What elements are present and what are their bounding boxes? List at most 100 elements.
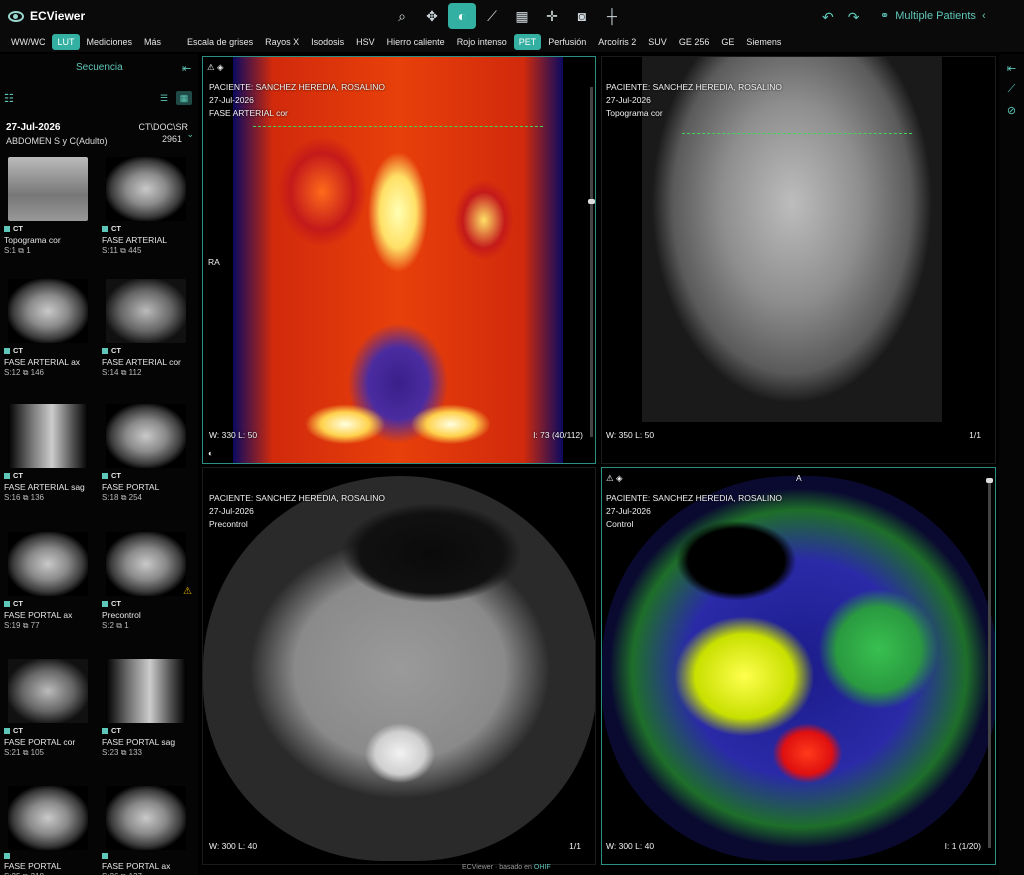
axial-pet-image [602, 476, 995, 861]
images-icon: ⧉ [120, 748, 127, 757]
modality-color-icon [102, 347, 108, 354]
modality-tag: CT [4, 599, 99, 608]
lut-preset-7[interactable]: Perfusión [543, 34, 591, 50]
orientation-marker: A [796, 473, 802, 483]
list-view-icon[interactable]: ☰ [156, 91, 172, 105]
menu-tab-0[interactable]: WW/WC [6, 34, 50, 50]
viewport-coronal-arterial[interactable]: ⚠ ◈ PACIENTE: SANCHEZ HEREDIA, ROSALINO … [202, 56, 596, 464]
multiple-patients-button[interactable]: ⚭ Multiple Patients ‹ [880, 9, 986, 23]
series-thumbnail[interactable]: FASE PORTAL axS:26 ⧉ 137 [102, 786, 197, 875]
images-icon: ⧉ [22, 748, 29, 757]
series-number: S:11 [102, 246, 118, 255]
lut-preset-1[interactable]: Rayos X [260, 34, 304, 50]
scrollbar[interactable] [986, 478, 993, 848]
grid-view-icon[interactable]: ▦ [176, 91, 192, 105]
lut-preset-5[interactable]: Rojo intenso [452, 34, 512, 50]
lut-preset-3[interactable]: HSV [351, 34, 380, 50]
modality-color-icon [4, 727, 10, 734]
image-count: 136 [30, 493, 45, 502]
viewport-tools-icons[interactable]: ⚠ ◈ [606, 472, 623, 484]
collapse-sidebar-icon[interactable]: ⇤ [182, 62, 191, 75]
series-thumbnail[interactable]: CT FASE ARTERIAL sag S:16 ⧉ 136 [4, 404, 99, 503]
series-thumbnail[interactable]: CT FASE PORTAL cor S:21 ⧉ 105 [4, 659, 99, 758]
expand-panel-icon[interactable]: ⇤ [999, 62, 1024, 75]
series-thumbnail[interactable]: CT FASE ARTERIAL S:11 ⧉ 445 [102, 157, 197, 256]
viewport-tools-icons[interactable]: ⚠ ◈ [207, 61, 224, 73]
viewport-precontrol[interactable]: PACIENTE: SANCHEZ HEREDIA, ROSALINO 27-J… [202, 467, 596, 865]
viewport-topogram[interactable]: PACIENTE: SANCHEZ HEREDIA, ROSALINO 27-J… [601, 56, 996, 464]
footer-text: ECViewer · basado en [462, 864, 532, 871]
lut-preset-0[interactable]: Escala de grises [182, 34, 258, 50]
app-title: ECViewer [30, 9, 86, 23]
modality-label: CT [13, 346, 23, 355]
camera-icon[interactable]: ◙ [568, 3, 596, 29]
window-level: W: 330 L: 50 [209, 430, 258, 440]
series-thumbnail[interactable]: CT FASE PORTAL sag S:23 ⧉ 133 [102, 659, 197, 758]
search-icon[interactable]: ⌕ [388, 3, 416, 29]
measure-icon[interactable]: ⟋ [478, 3, 506, 29]
pattern-icon[interactable]: ⊘ [999, 104, 1024, 117]
tool-group: ⌕ ✥ ◐ ⟋ ▦ ✛ ◙ ┼ [388, 3, 626, 29]
redo-icon[interactable]: ↷ [848, 9, 860, 26]
lut-preset-8[interactable]: Arcoíris 2 [593, 34, 641, 50]
series-name: FASE PORTAL ax [102, 861, 171, 871]
lut-preset-4[interactable]: Hierro caliente [382, 34, 450, 50]
modality-tag: CT [102, 224, 197, 233]
series-preview-image [8, 279, 88, 343]
series-preview-image [8, 659, 88, 723]
lut-preset-12[interactable]: Siemens [741, 34, 786, 50]
window-level-icon[interactable]: ◐ [448, 3, 476, 29]
move-icon[interactable]: ✥ [418, 3, 446, 29]
lut-preset-10[interactable]: GE 256 [674, 34, 715, 50]
series-thumbnail[interactable]: CT FASE PORTAL S:18 ⧉ 254 [102, 404, 197, 503]
series-thumbnail[interactable]: CT FASE ARTERIAL cor S:14 ⧉ 112 [102, 279, 197, 378]
scroll-thumb[interactable] [588, 199, 595, 204]
series-number: S:18 [102, 493, 119, 502]
series-preview-image [8, 157, 88, 221]
series-name: FASE ARTERIAL [102, 235, 168, 245]
lut-preset-2[interactable]: Isodosis [306, 34, 349, 50]
history-controls: ↶ ↷ [822, 9, 859, 26]
study-header[interactable]: 27-Jul-2026 CT\DOC\SR ABDOMEN S y C(Adul… [6, 122, 194, 146]
scroll-thumb[interactable] [986, 478, 993, 483]
menu-tab-1[interactable]: LUT [52, 34, 80, 50]
modality-color-icon [102, 225, 108, 232]
modality-color-icon [102, 600, 108, 607]
series-meta: S:1 ⧉ 1 [4, 246, 99, 256]
undo-icon[interactable]: ↶ [822, 9, 834, 26]
series-meta: S:12 ⧉ 146 [4, 368, 99, 378]
series-meta: S:2 ⧉ 1 [102, 621, 197, 631]
lut-indicator-icon: ◐ [208, 448, 214, 458]
series-name: FASE PORTAL sag [102, 737, 176, 747]
reference-lines-icon[interactable]: ┼ [598, 3, 626, 29]
chevron-down-icon[interactable]: ⌄ [186, 129, 194, 140]
menu-tab-3[interactable]: Más [139, 34, 166, 50]
images-icon: ⧉ [120, 493, 127, 502]
lut-preset-9[interactable]: SUV [643, 34, 672, 50]
line-tool-icon[interactable]: ⟋ [999, 83, 1024, 96]
viewport-control[interactable]: ⚠ ◈ A PACIENTE: SANCHEZ HEREDIA, ROSALIN… [601, 467, 996, 865]
layout-icon[interactable]: ▦ [508, 3, 536, 29]
filter-icon[interactable]: ☷ [4, 92, 14, 105]
series-thumbnail[interactable]: CT Precontrol S:2 ⧉ 1 [102, 532, 197, 631]
image-count: 105 [30, 748, 45, 757]
images-icon: ⧉ [116, 621, 122, 630]
menu-tab-2[interactable]: Mediciones [82, 34, 138, 50]
series-thumbnail[interactable]: FASE PORTALS:25 ⧉ 318 [4, 786, 99, 875]
scrollbar[interactable] [588, 87, 595, 437]
lut-preset-6[interactable]: PET [513, 34, 542, 50]
series-thumbnail[interactable]: CT FASE PORTAL ax S:19 ⧉ 77 [4, 532, 99, 631]
series-thumbnail[interactable]: CT Topograma cor S:1 ⧉ 1 [4, 157, 99, 256]
image-index: I: 73 (40/112) [533, 430, 583, 440]
series-thumbnail[interactable]: CT FASE ARTERIAL ax S:12 ⧉ 146 [4, 279, 99, 378]
footer-brand[interactable]: OHIF [534, 864, 551, 871]
series-name: FASE ARTERIAL sag [4, 482, 85, 492]
modality-tag: CT [4, 471, 99, 480]
patients-label: Multiple Patients [895, 9, 976, 22]
modality-color-icon [4, 853, 10, 859]
lut-preset-11[interactable]: GE [716, 34, 739, 50]
series-number: S:23 [102, 748, 119, 757]
study-date: 27-Jul-2026 [606, 506, 651, 516]
crosshair-icon[interactable]: ✛ [538, 3, 566, 29]
app-logo[interactable]: ECViewer [8, 9, 85, 23]
